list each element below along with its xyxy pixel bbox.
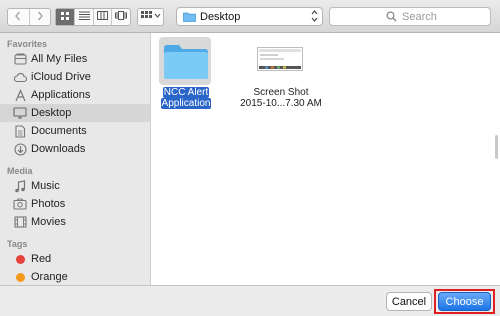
file-item-screen-shot[interactable]: Screen Shot 2015-10...7.30 AM xyxy=(231,33,331,123)
movies-icon xyxy=(13,215,27,229)
red-tag-dot-icon xyxy=(13,252,27,266)
sidebar-item-label: iCloud Drive xyxy=(31,71,91,83)
sidebar: Favorites All My Files iCloud Drive Appl… xyxy=(0,33,151,285)
folder-icon xyxy=(183,11,196,25)
sidebar-item-label: Downloads xyxy=(31,143,86,155)
file-browser: NCC Alert Application Screen Shot 2015-1… xyxy=(151,33,500,285)
sidebar-item-label: Documents xyxy=(31,125,87,137)
sidebar-item-label: Desktop xyxy=(31,107,72,119)
dialog-button-bar: Cancel Choose xyxy=(0,285,500,316)
arrange-button[interactable] xyxy=(137,8,164,26)
arrange-grid-icon xyxy=(140,10,161,24)
section-heading-favorites: Favorites xyxy=(7,39,48,49)
sidebar-item-label: Red xyxy=(31,253,52,265)
downloads-icon xyxy=(13,142,27,156)
sidebar-item-tag-orange[interactable]: Orange xyxy=(0,268,150,285)
sidebar-item-label: Applications xyxy=(31,89,91,101)
up-down-arrows-icon xyxy=(311,9,318,26)
cover-flow-icon xyxy=(115,11,128,23)
sidebar-item-applications[interactable]: Applications xyxy=(0,86,150,104)
sidebar-item-label: All My Files xyxy=(31,53,88,65)
file-name: NCC Alert Application xyxy=(157,87,215,109)
sidebar-item-movies[interactable]: Movies xyxy=(0,213,150,231)
file-item-ncc-alert-application[interactable]: NCC Alert Application xyxy=(151,33,221,123)
back-button[interactable] xyxy=(8,9,29,25)
back-forward-control xyxy=(7,8,51,26)
all-files-icon xyxy=(13,52,27,66)
section-heading-media: Media xyxy=(7,166,33,176)
sidebar-item-label: Orange xyxy=(31,271,68,283)
sidebar-item-tag-red[interactable]: Red xyxy=(0,250,150,268)
sidebar-item-desktop[interactable]: Desktop xyxy=(0,104,150,122)
forward-button[interactable] xyxy=(28,9,50,25)
list-view-button[interactable] xyxy=(74,9,93,25)
cover-flow-view-button[interactable] xyxy=(111,9,130,25)
grid-icon xyxy=(60,11,70,24)
search-field[interactable] xyxy=(329,7,491,26)
toolbar: Desktop xyxy=(0,0,500,33)
choose-button[interactable]: Choose xyxy=(438,292,491,311)
file-name: Screen Shot 2015-10...7.30 AM xyxy=(231,87,331,109)
cloud-icon xyxy=(13,70,27,84)
sidebar-item-all-my-files[interactable]: All My Files xyxy=(0,50,150,68)
sidebar-item-label: Movies xyxy=(31,216,66,228)
sidebar-item-music[interactable]: Music xyxy=(0,177,150,195)
applications-icon xyxy=(13,88,27,102)
chevron-left-icon xyxy=(14,11,22,24)
file-name-line1: NCC Alert xyxy=(162,87,210,98)
view-mode-control xyxy=(55,8,131,26)
chevron-right-icon xyxy=(36,11,44,24)
location-popup[interactable]: Desktop xyxy=(176,7,323,26)
sidebar-item-documents[interactable]: Documents xyxy=(0,122,150,140)
desktop-icon xyxy=(13,106,27,120)
section-heading-tags: Tags xyxy=(7,239,28,249)
sidebar-item-icloud-drive[interactable]: iCloud Drive xyxy=(0,68,150,86)
screenshot-thumbnail-icon xyxy=(257,47,303,74)
documents-icon xyxy=(13,124,27,138)
sidebar-item-downloads[interactable]: Downloads xyxy=(0,140,150,158)
icon-view-button[interactable] xyxy=(56,9,75,25)
sidebar-item-label: Music xyxy=(31,180,60,192)
sidebar-item-label: Photos xyxy=(31,198,66,210)
orange-tag-dot-icon xyxy=(13,270,27,284)
sidebar-item-photos[interactable]: Photos xyxy=(0,195,150,213)
file-name-line1: Screen Shot xyxy=(253,87,309,98)
column-view-button[interactable] xyxy=(92,9,112,25)
file-name-line2: 2015-10...7.30 AM xyxy=(240,98,322,109)
scrollbar-thumb[interactable] xyxy=(495,135,498,159)
columns-icon xyxy=(97,11,109,23)
folder-icon xyxy=(163,42,209,83)
search-input[interactable] xyxy=(402,10,484,23)
file-name-line2: Application xyxy=(160,98,212,109)
search-icon xyxy=(386,11,397,25)
cancel-button[interactable]: Cancel xyxy=(386,292,432,311)
photos-icon xyxy=(13,197,27,211)
list-icon xyxy=(78,11,90,23)
location-label: Desktop xyxy=(200,11,241,23)
music-icon xyxy=(13,179,27,193)
